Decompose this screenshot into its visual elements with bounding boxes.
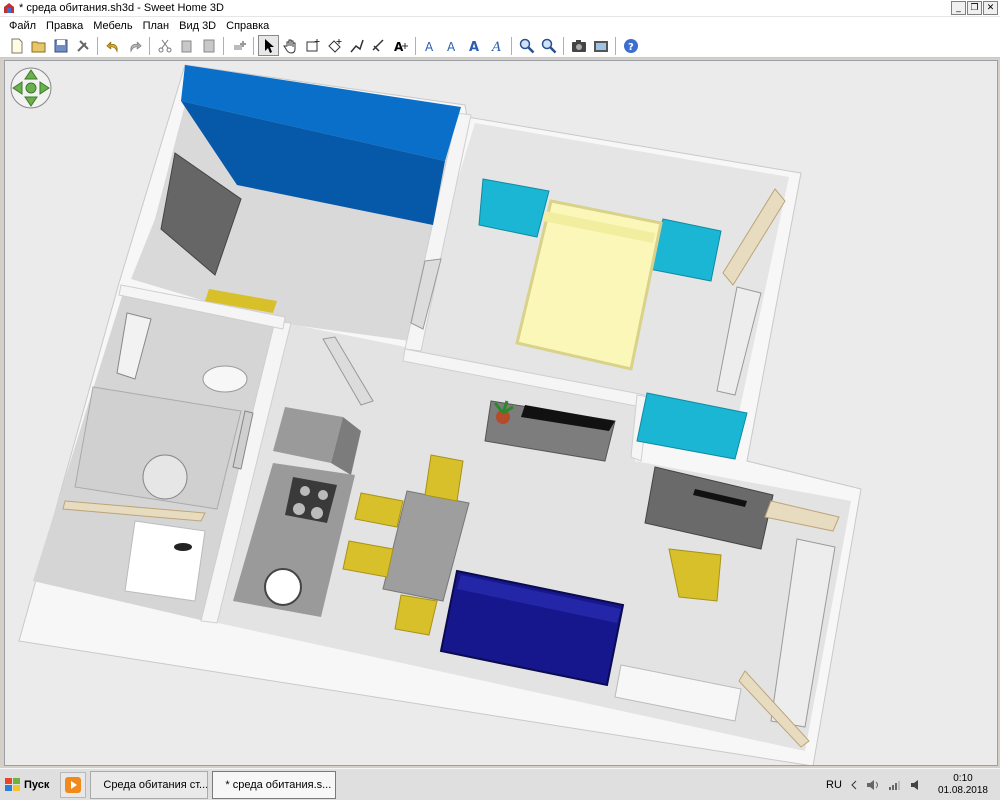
navigation-arrows-icon[interactable]	[10, 67, 52, 109]
3d-view[interactable]	[4, 60, 998, 766]
svg-text:A: A	[491, 40, 501, 54]
clock-time: 0:10	[953, 772, 973, 784]
menu-furniture[interactable]: Мебель	[88, 20, 137, 32]
menu-plan[interactable]: План	[138, 20, 175, 32]
paste-icon[interactable]	[198, 35, 219, 56]
burner-4	[311, 507, 323, 519]
taskbar: Пуск Y Среда обитания ст... * среда обит…	[0, 768, 1000, 800]
oven-door	[264, 568, 302, 606]
add-furniture-icon[interactable]	[228, 35, 249, 56]
create-polylines-icon[interactable]	[346, 35, 367, 56]
language-indicator[interactable]: RU	[826, 779, 842, 791]
burner-2	[318, 490, 328, 500]
svg-text:A: A	[447, 40, 456, 54]
system-tray: RU 0:10 01.08.2018	[826, 769, 1000, 800]
burner-1	[300, 486, 310, 496]
menu-file[interactable]: Файл	[4, 20, 41, 32]
restore-button[interactable]: ❐	[967, 1, 982, 15]
italic-text-icon[interactable]: A	[486, 35, 507, 56]
start-label: Пуск	[24, 778, 50, 791]
save-icon[interactable]	[50, 35, 71, 56]
sweet-home-3d-icon	[4, 3, 14, 13]
sink	[202, 365, 248, 393]
bold-text-icon[interactable]: A	[464, 35, 485, 56]
minimize-button[interactable]: _	[951, 1, 966, 15]
create-labels-icon[interactable]: A	[390, 35, 411, 56]
toolbar-separator	[149, 36, 150, 55]
menu-bar: Файл Правка Мебель План Вид 3D Справка	[0, 17, 1000, 34]
svg-text:A: A	[394, 40, 404, 54]
create-walls-icon[interactable]	[302, 35, 323, 56]
decrease-text-icon[interactable]: A	[442, 35, 463, 56]
svg-text:A: A	[469, 40, 479, 54]
floor-plan-3d-scene[interactable]	[5, 61, 998, 766]
create-rooms-icon[interactable]	[324, 35, 345, 56]
help-icon[interactable]: ?	[620, 35, 641, 56]
burner-3	[293, 503, 305, 515]
task-label: Среда обитания ст...	[103, 778, 209, 791]
menu-edit[interactable]: Правка	[41, 20, 88, 32]
create-photo-icon[interactable]	[568, 35, 589, 56]
start-button[interactable]: Пуск	[2, 772, 54, 798]
clock[interactable]: 0:10 01.08.2018	[938, 773, 988, 797]
volume-icon[interactable]	[866, 779, 880, 791]
toolbar-separator	[223, 36, 224, 55]
preferences-icon[interactable]	[72, 35, 93, 56]
open-icon[interactable]	[28, 35, 49, 56]
menu-help[interactable]: Справка	[221, 20, 274, 32]
close-button[interactable]: ✕	[983, 1, 998, 15]
windows-logo-icon	[5, 777, 20, 791]
window-title: * среда обитания.sh3d - Sweet Home 3D	[19, 2, 224, 14]
create-dimensions-icon[interactable]	[368, 35, 389, 56]
quick-launch-media-player[interactable]	[60, 771, 87, 798]
network-signal-icon[interactable]	[888, 779, 902, 791]
task-label: * среда обитания.s...	[225, 778, 332, 791]
shower-tray	[124, 520, 206, 602]
title-bar: * среда обитания.sh3d - Sweet Home 3D _ …	[0, 0, 1000, 17]
toolbar: A A A A A ?	[0, 34, 1000, 58]
speaker-icon[interactable]	[910, 779, 922, 791]
chair-bottom	[394, 594, 438, 636]
select-mode-icon[interactable]	[258, 35, 279, 56]
svg-text:?: ?	[628, 42, 634, 53]
toolbar-separator	[615, 36, 616, 55]
chevron-left-icon[interactable]	[850, 780, 858, 790]
zoom-in-icon[interactable]	[516, 35, 537, 56]
increase-text-icon[interactable]: A	[420, 35, 441, 56]
washing-machine	[142, 454, 188, 500]
task-yandex-browser[interactable]: Y Среда обитания ст...	[90, 770, 209, 799]
svg-text:A: A	[425, 40, 434, 54]
chair-top	[424, 454, 464, 502]
task-sweet-home-3d[interactable]: * среда обитания.s...	[212, 770, 337, 799]
shower-drain	[174, 543, 192, 551]
media-player-icon	[65, 776, 82, 793]
pan-mode-icon[interactable]	[280, 35, 301, 56]
new-file-icon[interactable]	[6, 35, 27, 56]
clock-date: 01.08.2018	[937, 784, 988, 796]
toolbar-separator	[97, 36, 98, 55]
toolbar-separator	[511, 36, 512, 55]
copy-icon[interactable]	[176, 35, 197, 56]
cut-icon[interactable]	[154, 35, 175, 56]
toolbar-separator	[415, 36, 416, 55]
zoom-out-icon[interactable]	[538, 35, 559, 56]
create-video-icon[interactable]	[590, 35, 611, 56]
undo-icon[interactable]	[102, 35, 123, 56]
toolbar-separator	[253, 36, 254, 55]
toolbar-separator	[563, 36, 564, 55]
redo-icon[interactable]	[124, 35, 145, 56]
menu-3d-view[interactable]: Вид 3D	[174, 20, 221, 32]
